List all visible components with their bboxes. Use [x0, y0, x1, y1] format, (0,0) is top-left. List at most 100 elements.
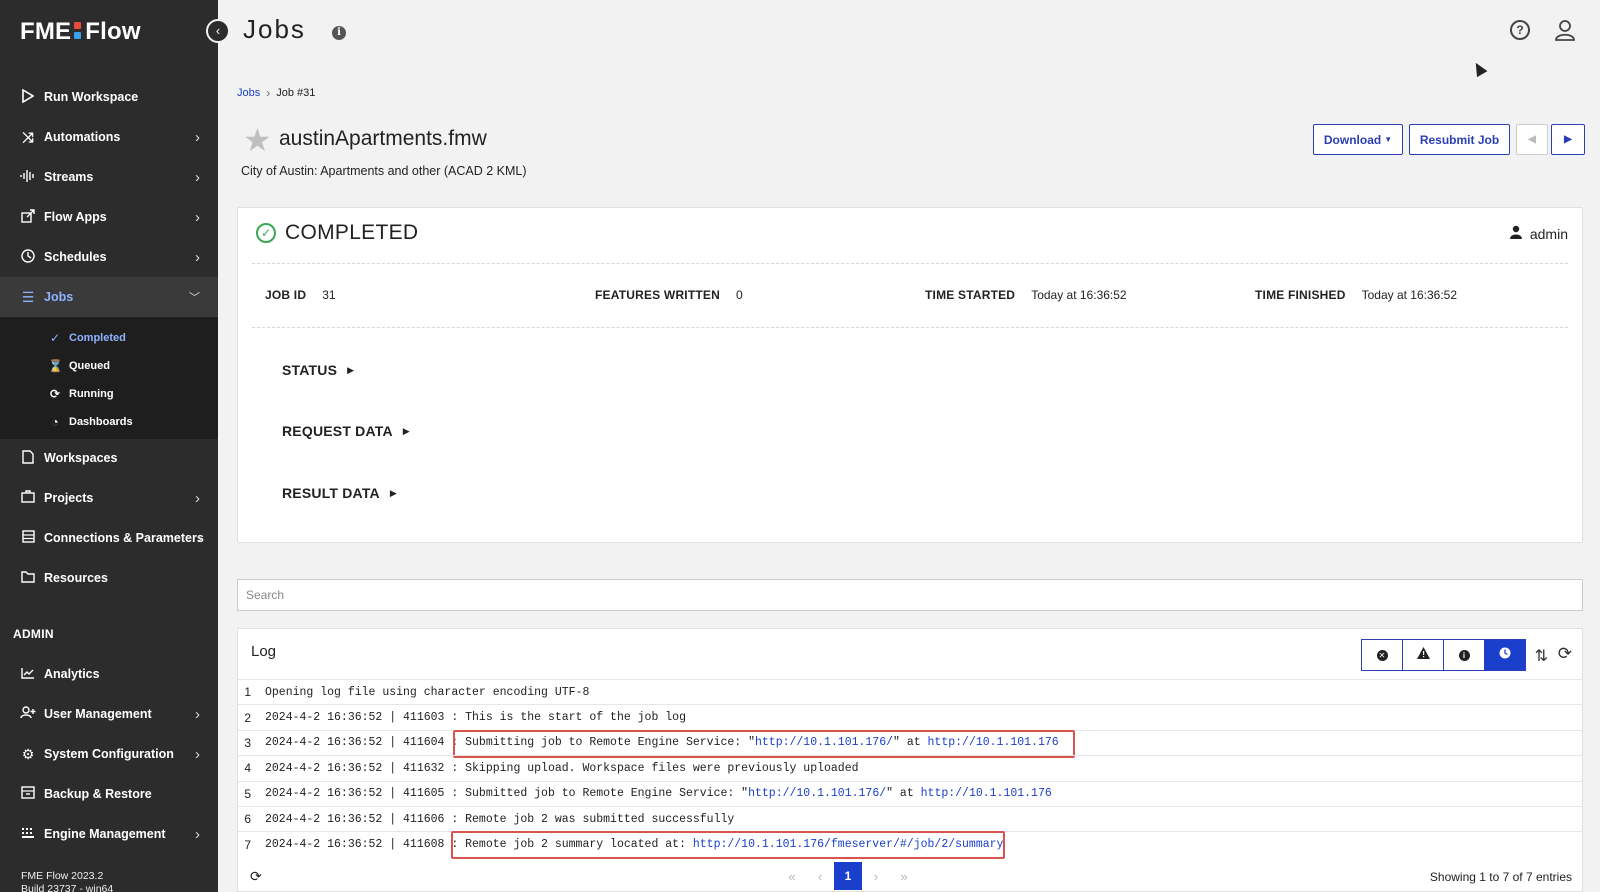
log-line: 1 Opening log file using character encodi… — [238, 679, 1582, 704]
sidebar-item-run-workspace[interactable]: Run Workspace — [0, 77, 218, 117]
logo-colon-icon — [74, 21, 82, 41]
sidebar-subitem-dashboards[interactable]: ◔ Dashboards — [0, 408, 218, 436]
section-label: STATUS — [282, 362, 338, 378]
page-number-button[interactable]: 1 — [834, 862, 862, 890]
shuffle-icon: ⤨ — [22, 128, 34, 145]
briefcase-icon — [20, 490, 36, 506]
log-search-input[interactable] — [237, 579, 1583, 611]
refresh-log-icon[interactable]: ⟳ — [1558, 644, 1572, 664]
list-icon: ☰ — [21, 288, 35, 305]
sidebar-subitem-label: Completed — [69, 332, 126, 344]
sidebar-subitem-label: Running — [69, 388, 114, 400]
prev-page-icon[interactable]: ‹ — [806, 862, 834, 890]
refresh-icon[interactable]: ⟳ — [250, 868, 262, 885]
sidebar-subitem-label: Dashboards — [69, 416, 133, 428]
sort-order-icon[interactable]: ⇅ — [1535, 646, 1548, 666]
section-result-data-toggle[interactable]: RESULT DATA ▶ — [282, 485, 397, 501]
sidebar-item-jobs[interactable]: ☰ Jobs ﹀ — [0, 277, 218, 317]
fme-flow-logo[interactable]: FME Flow — [20, 18, 141, 46]
meta-job-id: JOB ID 31 — [265, 288, 336, 302]
clock-icon — [20, 248, 36, 266]
entries-count: Showing 1 to 7 of 7 entries — [1429, 870, 1572, 884]
sidebar-item-engine-management[interactable]: Engine Management › — [0, 814, 218, 854]
log-link[interactable]: http://10.1.101.176 — [928, 736, 1059, 749]
sidebar-item-label: Analytics — [44, 667, 100, 681]
favorite-star-icon[interactable]: ★ — [243, 124, 272, 156]
previous-job-button[interactable]: ◀ — [1516, 124, 1548, 155]
line-number: 4 — [244, 761, 251, 776]
help-icon[interactable]: ? — [1510, 20, 1530, 40]
sidebar-item-workspaces[interactable]: Workspaces — [0, 438, 218, 478]
collapse-sidebar-button[interactable]: ‹ — [206, 19, 230, 43]
section-request-data-toggle[interactable]: REQUEST DATA ▶ — [282, 423, 410, 439]
sidebar-item-streams[interactable]: Streams › — [0, 157, 218, 197]
sidebar-item-flow-apps[interactable]: Flow Apps › — [0, 197, 218, 237]
chevron-down-icon: ﹀ — [189, 292, 200, 304]
log-lines: 1 Opening log file using character encodi… — [238, 679, 1582, 860]
log-footer: ⟳ « ‹ 1 › » Showing 1 to 7 of 7 entries — [238, 858, 1582, 892]
info-icon[interactable]: i — [332, 26, 346, 40]
job-owner: admin — [1509, 225, 1568, 242]
log-link[interactable]: http://10.1.101.176/ — [755, 736, 893, 749]
caret-right-icon: ▶ — [1564, 134, 1572, 145]
sidebar-item-label: Workspaces — [44, 451, 118, 465]
info-circle-icon: i — [1458, 649, 1470, 661]
check-circle-icon: ✓ — [256, 223, 276, 243]
sidebar-item-user-management[interactable]: User Management › — [0, 694, 218, 734]
server-icon — [20, 826, 36, 842]
job-description: City of Austin: Apartments and other (AC… — [241, 164, 527, 178]
filter-warning-button[interactable] — [1402, 639, 1444, 671]
sidebar-subitem-completed[interactable]: ✓ Completed — [0, 324, 218, 352]
log-link[interactable]: http://10.1.101.176 — [921, 787, 1052, 800]
download-button[interactable]: Download ▼ — [1313, 124, 1403, 155]
sidebar-item-resources[interactable]: Resources — [0, 558, 218, 598]
caret-down-icon: ▼ — [1384, 135, 1393, 144]
breadcrumb-jobs-link[interactable]: Jobs — [237, 87, 260, 99]
meta-key: JOB ID — [265, 288, 307, 302]
filter-info-button[interactable]: i — [1443, 639, 1485, 671]
chevron-right-icon: › — [195, 489, 200, 507]
user-account-icon[interactable] — [1554, 19, 1576, 41]
caret-left-icon: ◀ — [1528, 134, 1536, 145]
log-text: " at — [886, 787, 921, 801]
filter-error-button[interactable]: ✕ — [1361, 639, 1403, 671]
caret-right-icon: ▶ — [389, 487, 397, 498]
folder-icon — [20, 570, 36, 586]
resubmit-job-button[interactable]: Resubmit Job — [1409, 124, 1510, 155]
line-number: 6 — [244, 812, 251, 827]
sidebar-item-label: Connections & Parameters — [44, 531, 204, 545]
chevron-right-icon: › — [195, 248, 200, 266]
last-page-icon[interactable]: » — [890, 862, 918, 890]
sidebar-item-projects[interactable]: Projects › — [0, 478, 218, 518]
line-number: 1 — [244, 685, 251, 700]
log-panel: Log ✕ i ⇅ ⟳ 1 Opening log file using char… — [237, 628, 1583, 892]
sidebar-subitem-running[interactable]: ⟳ Running — [0, 380, 218, 408]
log-title: Log — [251, 643, 277, 660]
log-level-filters: ✕ i — [1361, 639, 1526, 671]
filter-timestamp-button[interactable] — [1484, 639, 1526, 671]
sidebar-item-backup-restore[interactable]: Backup & Restore — [0, 774, 218, 814]
share-icon — [20, 208, 36, 226]
log-link[interactable]: http://10.1.101.176/fmeserver/#/job/2/su… — [693, 838, 1004, 851]
section-status-toggle[interactable]: STATUS ▶ — [282, 362, 354, 378]
sidebar-item-label: Run Workspace — [44, 90, 139, 104]
log-text: 2024-4-2 16:36:52 | 411608 : Remote job … — [265, 838, 693, 852]
chevron-right-icon: › — [197, 529, 202, 547]
next-page-icon[interactable]: › — [862, 862, 890, 890]
sidebar-item-automations[interactable]: ⤨ Automations › — [0, 117, 218, 157]
first-page-icon[interactable]: « — [778, 862, 806, 890]
log-link[interactable]: http://10.1.101.176/ — [748, 787, 886, 800]
sidebar-item-label: System Configuration — [44, 747, 174, 761]
log-text: 2024-4-2 16:36:52 | 411603 : This is the… — [265, 711, 686, 725]
next-job-button[interactable]: ▶ — [1551, 124, 1585, 155]
pagination: « ‹ 1 › » — [778, 862, 918, 890]
sidebar-item-analytics[interactable]: Analytics — [0, 654, 218, 694]
sidebar-item-connections-parameters[interactable]: Connections & Parameters › — [0, 518, 218, 558]
meta-key: TIME FINISHED — [1255, 288, 1346, 302]
sidebar-item-system-configuration[interactable]: ⚙ System Configuration › — [0, 734, 218, 774]
chevron-right-icon: › — [195, 745, 200, 763]
database-icon — [20, 530, 36, 546]
sidebar-subitem-queued[interactable]: ⌛ Queued — [0, 352, 218, 380]
jobs-submenu: ✓ Completed ⌛ Queued ⟳ Running ◔ Dashboa… — [0, 317, 218, 439]
sidebar-item-schedules[interactable]: Schedules › — [0, 237, 218, 277]
